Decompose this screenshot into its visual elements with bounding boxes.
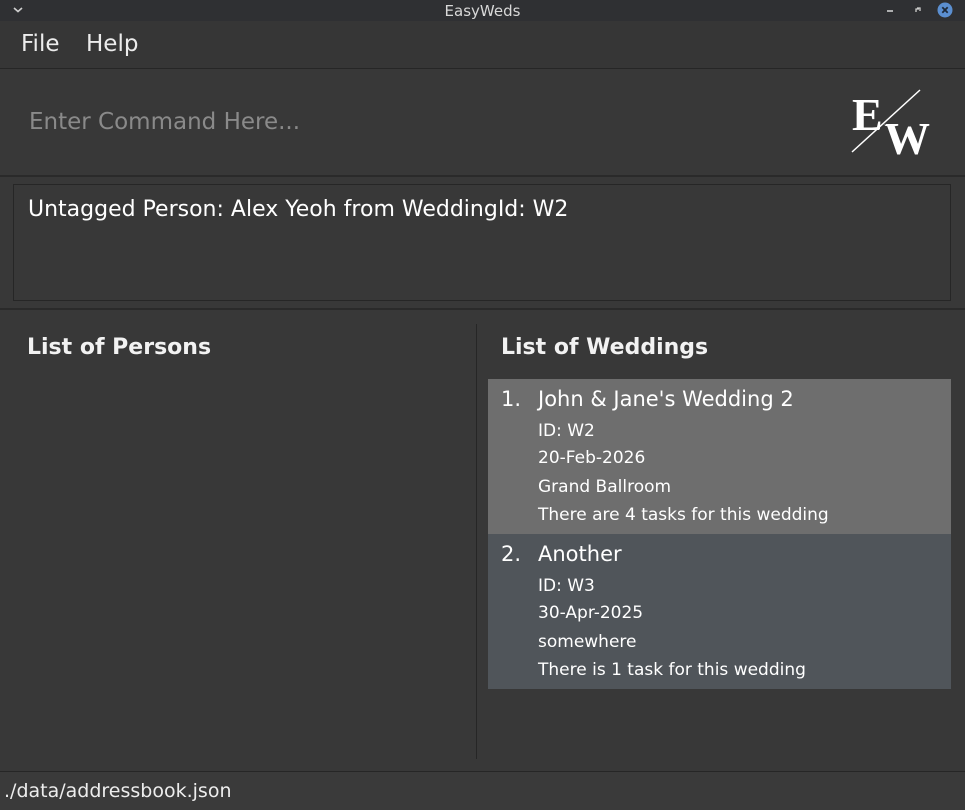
wedding-id: ID: W2 [538,421,595,441]
wedding-id: ID: W3 [538,576,595,596]
status-bar: ./data/addressbook.json [0,771,965,810]
minimize-icon[interactable] [882,2,898,18]
wedding-index: 1. [501,387,522,411]
wedding-card[interactable]: 2. Another ID: W3 30-Apr-2025 somewhere … [488,534,951,689]
save-file-path: ./data/addressbook.json [4,780,232,802]
app-window: EasyWeds File Help E W Untagged Person: … [0,0,965,810]
wedding-venue: somewhere [538,632,637,652]
restore-icon[interactable] [910,2,926,18]
wedding-venue: Grand Ballroom [538,477,672,497]
svg-text:E: E [852,89,883,140]
wedding-tasks: There are 4 tasks for this wedding [538,505,829,525]
close-icon[interactable] [937,2,953,18]
wedding-name: Another [538,542,622,566]
wedding-index: 2. [501,542,522,566]
result-display: Untagged Person: Alex Yeoh from WeddingI… [13,184,951,301]
menu-help[interactable]: Help [86,30,138,58]
panel-divider[interactable] [476,324,477,759]
command-input[interactable] [14,87,809,157]
wedding-date: 30-Apr-2025 [538,603,644,623]
command-area [0,69,965,177]
persons-list-title: List of Persons [27,335,212,360]
menu-file[interactable]: File [21,30,60,58]
easyweds-logo: E W [851,89,930,156]
menu-bar: File Help [0,21,965,69]
wedding-list: 1. John & Jane's Wedding 2 ID: W2 20-Feb… [488,379,951,689]
result-message: Untagged Person: Alex Yeoh from WeddingI… [28,197,569,222]
title-bar: EasyWeds [0,0,965,21]
wedding-date: 20-Feb-2026 [538,448,646,468]
weddings-list-title: List of Weddings [501,335,709,360]
window-title: EasyWeds [444,2,521,20]
wedding-tasks: There is 1 task for this wedding [538,660,806,680]
wedding-card[interactable]: 1. John & Jane's Wedding 2 ID: W2 20-Feb… [488,379,951,534]
lists-area: List of Persons List of Weddings 1. John… [0,308,965,772]
wedding-name: John & Jane's Wedding 2 [538,387,794,411]
